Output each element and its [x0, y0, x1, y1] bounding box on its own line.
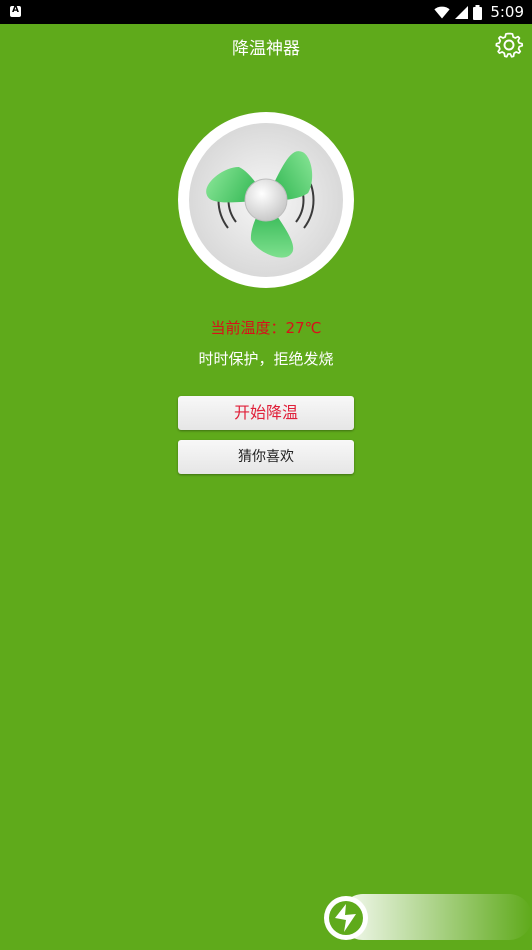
status-time: 5:09: [490, 3, 524, 21]
app-bar: 降温神器: [0, 24, 532, 66]
floating-widget-icon: [324, 894, 532, 940]
battery-icon: [473, 4, 483, 20]
temperature-label: 当前温度：27℃: [210, 319, 322, 337]
subtitle-text: 时时保护，拒绝发烧: [198, 350, 334, 368]
settings-button[interactable]: [494, 30, 524, 60]
page-title: 降温神器: [232, 39, 300, 59]
status-bar: 5:09: [0, 0, 532, 24]
start-cooling-button[interactable]: 开始降温: [178, 396, 354, 430]
signal-icon: [455, 5, 469, 19]
floating-widget[interactable]: [318, 888, 532, 946]
app-notification-icon: [10, 5, 21, 17]
wifi-icon: [434, 6, 450, 18]
guess-you-like-button[interactable]: 猜你喜欢: [178, 440, 354, 474]
gear-icon: [495, 32, 524, 58]
status-icons: 5:09: [434, 0, 524, 24]
fan-icon: [178, 112, 354, 288]
